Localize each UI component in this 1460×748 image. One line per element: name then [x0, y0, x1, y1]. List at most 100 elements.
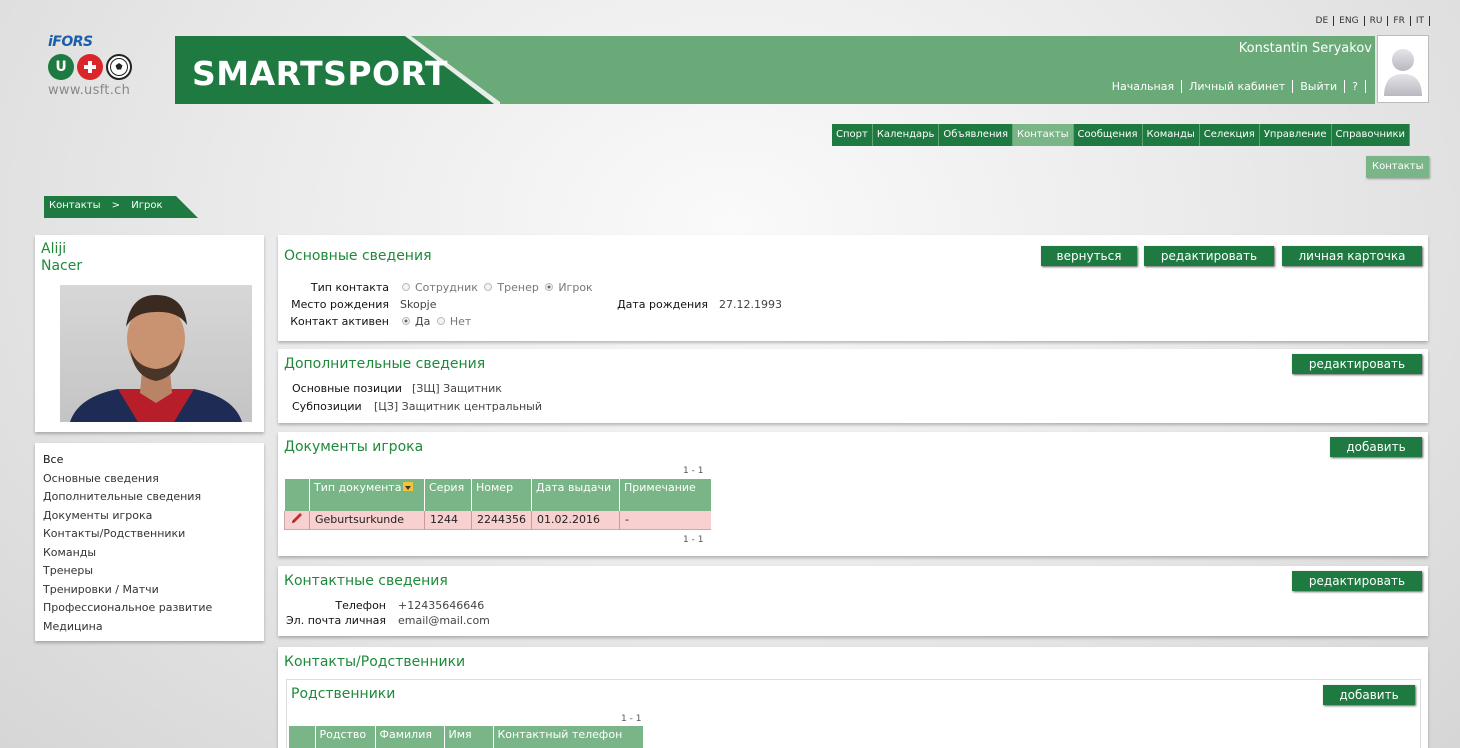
col-doc-type[interactable]: Тип документа: [309, 479, 425, 511]
col-series[interactable]: Серия: [424, 479, 472, 511]
section-menu: Все Основные сведения Дополнительные све…: [35, 443, 264, 641]
active-radios: Да Нет: [399, 315, 471, 328]
email-value: email@mail.com: [398, 614, 490, 627]
add-relative-button[interactable]: добавить: [1323, 685, 1415, 705]
col-actions: [284, 479, 310, 511]
lang-eng[interactable]: ENG: [1334, 16, 1365, 26]
link-personal-cabinet[interactable]: Личный кабинет: [1182, 80, 1294, 93]
nav-teams[interactable]: Команды: [1143, 124, 1200, 146]
menu-item-all[interactable]: Все: [43, 451, 264, 470]
header-links: Начальная Личный кабинет Выйти ?: [1105, 80, 1366, 93]
col-first-name[interactable]: Имя: [443, 726, 493, 748]
user-silhouette-icon: [1384, 49, 1422, 96]
menu-item-teams[interactable]: Команды: [43, 544, 264, 563]
menu-item-development[interactable]: Профессиональное развитие: [43, 599, 264, 618]
link-help[interactable]: ?: [1345, 80, 1366, 93]
edit-pencil-icon[interactable]: [290, 512, 304, 524]
relatives-section-title: Контакты/Родственники: [284, 654, 466, 670]
email-label: Эл. почта личная: [286, 614, 386, 627]
menu-item-basic[interactable]: Основные сведения: [43, 470, 264, 489]
nav-calendar[interactable]: Календарь: [873, 124, 940, 146]
sort-dropdown-icon[interactable]: [403, 482, 414, 491]
radio-staff[interactable]: [402, 283, 410, 291]
menu-item-relatives[interactable]: Контакты/Родственники: [43, 525, 264, 544]
lang-ru[interactable]: RU: [1365, 16, 1389, 26]
documents-header-row: Тип документа Серия Номер Дата выдачи Пр…: [284, 479, 711, 511]
col-last-name[interactable]: Фамилия: [374, 726, 444, 748]
contact-type-label: Тип контакта: [310, 281, 389, 294]
radio-coach[interactable]: [484, 283, 493, 291]
col-contact-phone[interactable]: Контактный телефон: [492, 726, 643, 748]
relatives-subtitle: Родственники: [291, 686, 396, 702]
col-issue-date[interactable]: Дата выдачи: [531, 479, 620, 511]
edit-pencil-cell[interactable]: [284, 511, 310, 530]
subnav-contacts[interactable]: Контакты: [1366, 156, 1430, 178]
nav-contacts[interactable]: Контакты: [1013, 124, 1074, 146]
subpositions-label: Субпозиции: [292, 400, 362, 413]
relatives-table: Родство Фамилия Имя Контактный телефон: [289, 726, 643, 748]
col-number[interactable]: Номер: [471, 479, 532, 511]
menu-item-additional[interactable]: Дополнительные сведения: [43, 488, 264, 507]
lang-fr[interactable]: FR: [1388, 16, 1411, 26]
app-title: SMARTSPORT: [192, 54, 449, 93]
relatives-subpanel: Родственники добавить 1 - 1 Родство Фами…: [286, 679, 1421, 748]
link-home[interactable]: Начальная: [1105, 80, 1183, 93]
positions-label: Основные позиции: [292, 382, 402, 395]
nav-messages[interactable]: Сообщения: [1074, 124, 1143, 146]
subpositions-value: [ЦЗ] Защитник центральный: [374, 400, 542, 413]
menu-item-documents[interactable]: Документы игрока: [43, 507, 264, 526]
edit-additional-button[interactable]: редактировать: [1292, 354, 1422, 374]
additional-info-section: Дополнительные сведения редактировать Ос…: [278, 349, 1428, 423]
breadcrumb-current: Игрок: [131, 200, 163, 211]
nav-reference[interactable]: Справочники: [1332, 124, 1411, 146]
phone-label: Телефон: [335, 599, 386, 612]
cell-series: 1244: [424, 511, 472, 530]
col-note[interactable]: Примечание: [619, 479, 711, 511]
documents-title: Документы игрока: [284, 439, 424, 455]
personal-card-button[interactable]: личная карточка: [1282, 246, 1422, 266]
nav-selection[interactable]: Селекция: [1200, 124, 1260, 146]
additional-info-title: Дополнительные сведения: [284, 356, 486, 372]
birthplace-label: Место рождения: [291, 298, 389, 311]
documents-table: Тип документа Серия Номер Дата выдачи Пр…: [284, 479, 711, 530]
contact-info-title: Контактные сведения: [284, 573, 448, 589]
nav-sport[interactable]: Спорт: [832, 124, 873, 146]
nav-announcements[interactable]: Объявления: [939, 124, 1014, 146]
documents-pager-bottom: 1 - 1: [683, 535, 704, 545]
radio-active-yes[interactable]: [402, 317, 410, 325]
cell-note: -: [619, 511, 711, 530]
contact-info-section: Контактные сведения редактировать Телефо…: [278, 566, 1428, 636]
radio-active-no[interactable]: [436, 317, 445, 325]
phone-value: +12435646646: [398, 599, 485, 612]
breadcrumb-parent[interactable]: Контакты: [49, 200, 100, 211]
radio-active-yes-label: Да: [415, 315, 431, 328]
relatives-header-row: Родство Фамилия Имя Контактный телефон: [289, 726, 643, 748]
add-document-button[interactable]: добавить: [1330, 437, 1422, 457]
radio-coach-label: Тренер: [497, 281, 539, 294]
soccer-ball-icon: [106, 54, 132, 80]
lang-it[interactable]: IT: [1411, 16, 1430, 26]
col-relation[interactable]: Родство: [314, 726, 375, 748]
profile-first-name: Aliji: [41, 241, 67, 257]
back-button[interactable]: вернуться: [1041, 246, 1137, 266]
radio-player[interactable]: [545, 283, 554, 291]
menu-item-medicine[interactable]: Медицина: [43, 618, 264, 637]
edit-contact-button[interactable]: редактировать: [1292, 571, 1422, 591]
documents-section: Документы игрока добавить 1 - 1 Тип доку…: [278, 432, 1428, 556]
logo[interactable]: iFORS U www.usft.ch: [48, 34, 144, 106]
col-rel-actions: [289, 726, 315, 748]
lang-de[interactable]: DE: [1311, 16, 1335, 26]
edit-basic-button[interactable]: редактировать: [1144, 246, 1274, 266]
nav-management[interactable]: Управление: [1260, 124, 1332, 146]
menu-item-coaches[interactable]: Тренеры: [43, 562, 264, 581]
logo-url: www.usft.ch: [48, 83, 131, 98]
breadcrumb: Контакты > Игрок: [44, 196, 198, 218]
radio-active-no-label: Нет: [449, 315, 472, 328]
breadcrumb-separator: >: [111, 200, 121, 211]
table-row[interactable]: Geburtsurkunde 1244 2244356 01.02.2016 -: [284, 511, 711, 530]
user-avatar[interactable]: [1377, 35, 1429, 103]
user-name: Konstantin Seryakov: [1238, 41, 1372, 56]
link-logout[interactable]: Выйти: [1293, 80, 1346, 93]
menu-item-trainings[interactable]: Тренировки / Матчи: [43, 581, 264, 600]
basic-info-section: Основные сведения вернуться редактироват…: [278, 235, 1428, 341]
